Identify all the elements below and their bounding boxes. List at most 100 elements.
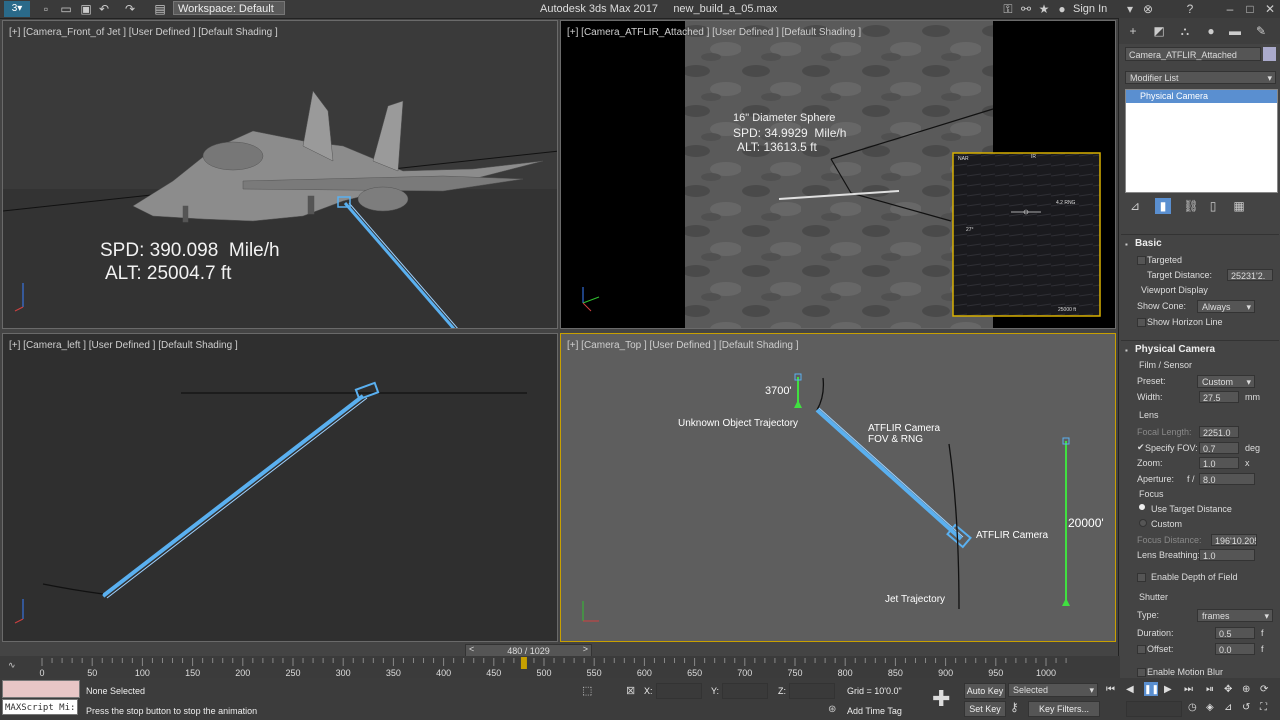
duration-spinner[interactable]: 0.5 <box>1215 627 1255 639</box>
field-of-view-icon[interactable]: ⊿ <box>1224 702 1232 713</box>
redo-icon[interactable]: ↷ <box>122 1 138 17</box>
key-filters-button[interactable]: Key Filters... <box>1028 701 1100 717</box>
target-distance-spinner[interactable]: 25231'2. <box>1227 269 1273 281</box>
project-folder-icon[interactable]: ▤ <box>152 1 168 17</box>
zoom-spinner[interactable]: 1.0 <box>1199 457 1239 469</box>
add-time-tag-button[interactable]: Add Time Tag <box>847 706 902 716</box>
hierarchy-tab-icon[interactable]: ⛬ <box>1177 23 1193 39</box>
custom-focus-radio[interactable] <box>1139 519 1147 527</box>
viewport-label[interactable]: [+] [Camera_ATFLIR_Attached ] [User Defi… <box>567 27 861 38</box>
app-logo-icon[interactable]: 3▾ <box>4 1 30 17</box>
time-tag-icon[interactable]: ⊛ <box>828 704 836 715</box>
object-name-field[interactable]: Camera_ATFLIR_Attached <box>1125 47 1261 61</box>
pan-icon[interactable]: ✥ <box>1224 684 1232 695</box>
shutter-type-dropdown[interactable]: frames <box>1197 609 1273 622</box>
user-icon[interactable]: ● <box>1054 1 1070 17</box>
stack-item-physical-camera[interactable]: Physical Camera <box>1126 90 1277 103</box>
enable-motion-blur-checkbox[interactable] <box>1137 668 1146 677</box>
collapse-icon[interactable]: ▪ <box>1125 240 1128 249</box>
pin-stack-icon[interactable]: ⊿ <box>1127 198 1143 214</box>
show-cone-dropdown[interactable]: Always <box>1197 300 1255 313</box>
specify-fov-checkbox[interactable]: ✔ <box>1137 442 1145 453</box>
sign-in-link[interactable]: Sign In <box>1073 3 1107 15</box>
maximize-icon[interactable]: □ <box>1242 1 1258 17</box>
viewport-label[interactable]: [+] [Camera_Front_of Jet ] [User Defined… <box>9 27 278 38</box>
key-filter-icon[interactable]: ⚷ <box>1010 700 1019 714</box>
viewport-atflir-attached[interactable]: NAR IR 4.2 RNG 27° 25000 ft [+] [Camera_… <box>560 20 1116 329</box>
display-tab-icon[interactable]: ▬ <box>1227 23 1243 39</box>
favorites-star-icon[interactable]: ★ <box>1036 1 1052 17</box>
stop-button[interactable]: ❚❚ <box>1144 682 1159 696</box>
create-tab-icon[interactable]: + <box>1125 23 1141 39</box>
configure-sets-icon[interactable]: ▦ <box>1231 198 1247 214</box>
offset-checkbox[interactable] <box>1137 645 1146 654</box>
minimize-icon[interactable]: – <box>1222 1 1238 17</box>
show-horizon-checkbox[interactable] <box>1137 318 1146 327</box>
orbit-icon[interactable]: ⟳ <box>1260 684 1268 695</box>
enable-dof-checkbox[interactable] <box>1137 573 1146 582</box>
maximize-viewport-icon[interactable]: ⛶ <box>1260 702 1267 713</box>
isolate-selection-icon[interactable]: ⬚ <box>582 684 592 697</box>
y-coord-field[interactable] <box>722 683 768 699</box>
selection-lock-icon[interactable]: ⊠ <box>626 684 635 697</box>
current-frame-field[interactable] <box>1126 701 1182 717</box>
dropdown-icon[interactable]: ▾ <box>1122 1 1138 17</box>
previous-frame-icon[interactable]: ◀ <box>1126 684 1134 695</box>
viewport-camera-left[interactable]: [+] [Camera_left ] [User Defined ] [Defa… <box>2 333 558 642</box>
walk-through-icon[interactable]: ◈ <box>1206 702 1214 713</box>
key-mode-icon[interactable]: ⏯ <box>1206 684 1214 695</box>
time-config-icon[interactable]: ◷ <box>1188 702 1197 713</box>
motion-tab-icon[interactable]: ● <box>1203 23 1219 39</box>
default-tangents-icon[interactable]: ✚ <box>932 686 950 712</box>
autodesk-app-store-icon[interactable]: ⊗ <box>1140 1 1156 17</box>
preset-dropdown[interactable]: Custom <box>1197 375 1255 388</box>
z-coord-field[interactable] <box>789 683 835 699</box>
zoom-icon[interactable]: ⊕ <box>1242 684 1250 695</box>
make-unique-icon[interactable]: ⛓ <box>1183 198 1199 214</box>
set-key-button[interactable]: Set Key <box>964 701 1006 717</box>
offset-spinner[interactable]: 0.0 <box>1215 643 1255 655</box>
object-color-swatch[interactable] <box>1263 47 1276 61</box>
targeted-checkbox[interactable] <box>1137 256 1146 265</box>
viewport-camera-top[interactable]: [+] [Camera_Top ] [User Defined ] [Defau… <box>560 333 1116 642</box>
help-icon[interactable]: ? <box>1182 1 1198 17</box>
open-file-icon[interactable]: ▭ <box>58 1 74 17</box>
binoculars-icon[interactable]: ⚯ <box>1018 1 1034 17</box>
fov-spinner[interactable]: 0.7 <box>1199 442 1239 454</box>
track-bar[interactable]: ∿ 0 50 100 150 200 250 300 350 400 450 500 550 600 65… <box>0 656 1120 678</box>
window-title: Autodesk 3ds Max 2017 new_build_a_05.max <box>540 3 777 15</box>
save-file-icon[interactable]: ▣ <box>78 1 94 17</box>
show-end-result-icon[interactable]: ▮ <box>1155 198 1171 214</box>
width-spinner[interactable]: 27.5 <box>1199 391 1239 403</box>
workspace-dropdown[interactable]: Workspace: Default <box>173 1 285 15</box>
viewport-front-of-jet[interactable]: [+] [Camera_Front_of Jet ] [User Defined… <box>2 20 558 329</box>
key-selection-set-dropdown[interactable]: Selected <box>1008 683 1098 697</box>
modify-tab-icon[interactable]: ◩ <box>1151 23 1167 39</box>
roll-icon[interactable]: ↺ <box>1242 702 1250 713</box>
maxscript-mini-listener[interactable]: MAXScript Mi: <box>2 699 78 715</box>
go-to-start-icon[interactable]: ⏮ <box>1106 684 1115 695</box>
modifier-list-dropdown[interactable]: Modifier List <box>1125 71 1276 84</box>
time-slider-next-icon[interactable]: > <box>583 644 588 654</box>
viewport-label[interactable]: [+] [Camera_left ] [User Defined ] [Defa… <box>9 340 238 351</box>
maxscript-listener-top[interactable] <box>2 680 80 698</box>
lens-breathing-spinner[interactable]: 1.0 <box>1199 549 1255 561</box>
next-frame-icon[interactable]: ▶ <box>1164 684 1172 695</box>
viewport-label[interactable]: [+] [Camera_Top ] [User Defined ] [Defau… <box>567 340 799 351</box>
auto-key-button[interactable]: Auto Key <box>964 683 1006 699</box>
basic-rollout-title[interactable]: Basic <box>1135 238 1162 249</box>
new-file-icon[interactable]: ▫ <box>38 1 54 17</box>
undo-icon[interactable]: ↶ <box>96 1 112 17</box>
remove-modifier-icon[interactable]: ▯ <box>1205 198 1221 214</box>
timeline-tick-label: 0 <box>39 668 44 678</box>
collapse-icon[interactable]: ▪ <box>1125 346 1128 355</box>
close-icon[interactable]: ✕ <box>1262 1 1278 17</box>
help-search-icon[interactable]: ⚿ <box>1000 1 1016 17</box>
go-to-end-icon[interactable]: ⏭ <box>1184 684 1193 695</box>
app-title: Autodesk 3ds Max 2017 <box>540 3 659 15</box>
physical-camera-rollout-title[interactable]: Physical Camera <box>1135 344 1215 355</box>
aperture-spinner[interactable]: 8.0 <box>1199 473 1255 485</box>
utilities-tab-icon[interactable]: ✎ <box>1253 23 1269 39</box>
x-coord-field[interactable] <box>656 683 702 699</box>
use-target-distance-radio[interactable] <box>1139 504 1145 510</box>
